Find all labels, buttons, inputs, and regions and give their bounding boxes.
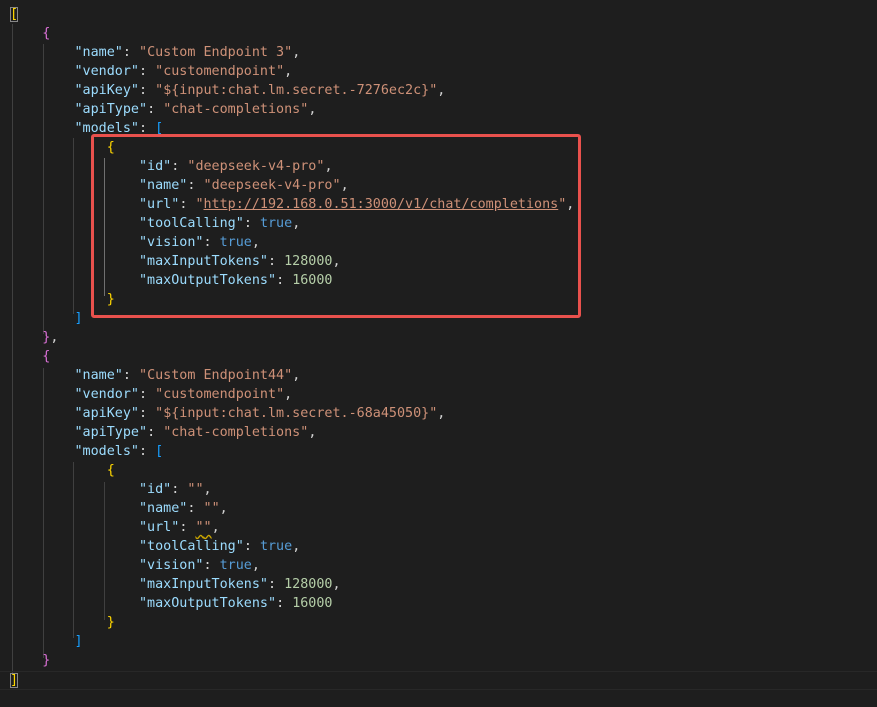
model-2-toolcalling: true	[259, 539, 293, 554]
code-line[interactable]: "maxInputTokens": 128000,	[10, 252, 341, 271]
code-line[interactable]: {	[10, 461, 115, 480]
code-line[interactable]: }	[10, 613, 115, 632]
code-line[interactable]: }	[10, 290, 115, 309]
model-1-max-output-tokens: 16000	[292, 273, 333, 288]
code-editor[interactable]: [ { "name": "Custom Endpoint 3", "vendor…	[0, 0, 877, 707]
code-line-current[interactable]: ]	[0, 671, 877, 690]
code-line[interactable]: "toolCalling": true,	[10, 214, 300, 233]
code-line[interactable]: {	[10, 347, 50, 366]
endpoint-1-name: Custom Endpoint 3	[147, 45, 285, 60]
code-line[interactable]: "name": "Custom Endpoint44",	[10, 366, 301, 385]
endpoint-1-apikey: ${input:chat.lm.secret.-7276ec2c}	[163, 83, 430, 98]
code-line[interactable]: "url": "http://192.168.0.51:3000/v1/chat…	[10, 195, 574, 214]
code-line[interactable]: "vendor": "customendpoint",	[10, 62, 293, 81]
code-line[interactable]: "url": "",	[10, 518, 220, 537]
code-line[interactable]: ]	[10, 632, 83, 651]
model-1-toolcalling: true	[259, 216, 293, 231]
endpoint-2-apikey: ${input:chat.lm.secret.-68a45050}	[163, 406, 430, 421]
code-line[interactable]: "vision": true,	[10, 233, 260, 252]
code-line[interactable]: },	[10, 328, 58, 347]
code-line[interactable]: }	[10, 651, 50, 670]
code-line[interactable]: "models": [	[10, 119, 164, 138]
endpoint-2-vendor: customendpoint	[163, 387, 277, 402]
endpoint-1-vendor: customendpoint	[163, 64, 277, 79]
code-line[interactable]: "maxOutputTokens": 16000	[10, 271, 333, 290]
code-line[interactable]: "apiType": "chat-completions",	[10, 423, 317, 442]
model-1-vision: true	[219, 235, 252, 250]
code-line[interactable]: "apiKey": "${input:chat.lm.secret.-68a45…	[10, 404, 446, 423]
code-line[interactable]: "maxOutputTokens": 16000	[10, 594, 333, 613]
code-line[interactable]: "vendor": "customendpoint",	[10, 385, 293, 404]
model-1-name: deepseek-v4-pro	[211, 178, 333, 193]
endpoint-2-apitype: chat-completions	[171, 425, 301, 440]
code-line[interactable]: "name": "",	[10, 499, 228, 518]
model-1-url-link[interactable]: http://192.168.0.51:3000/v1/chat/complet…	[204, 197, 559, 212]
code-line[interactable]: "apiType": "chat-completions",	[10, 100, 317, 119]
code-line[interactable]: "models": [	[10, 442, 164, 461]
code-line[interactable]: "name": "Custom Endpoint 3",	[10, 43, 301, 62]
code-line[interactable]: [	[10, 5, 19, 24]
code-line[interactable]: "name": "deepseek-v4-pro",	[10, 176, 349, 195]
model-1-max-input-tokens: 128000	[284, 254, 333, 269]
endpoint-1-apitype: chat-completions	[171, 102, 301, 117]
model-2-vision: true	[219, 558, 252, 573]
model-1-id: deepseek-v4-pro	[195, 159, 317, 174]
model-2-url-warning[interactable]: ""	[195, 520, 211, 535]
code-line[interactable]: "toolCalling": true,	[10, 537, 300, 556]
code-line[interactable]: {	[10, 24, 50, 43]
model-2-max-output-tokens: 16000	[292, 596, 333, 611]
code-line[interactable]: "apiKey": "${input:chat.lm.secret.-7276e…	[10, 81, 446, 100]
code-line[interactable]: "id": "deepseek-v4-pro",	[10, 157, 333, 176]
code-line[interactable]: {	[10, 138, 115, 157]
endpoint-2-name: Custom Endpoint44	[147, 368, 285, 383]
model-2-max-input-tokens: 128000	[284, 577, 333, 592]
code-line[interactable]: "maxInputTokens": 128000,	[10, 575, 341, 594]
code-line[interactable]: "id": "",	[10, 480, 212, 499]
code-line[interactable]: "vision": true,	[10, 556, 260, 575]
code-line[interactable]: ]	[10, 309, 83, 328]
